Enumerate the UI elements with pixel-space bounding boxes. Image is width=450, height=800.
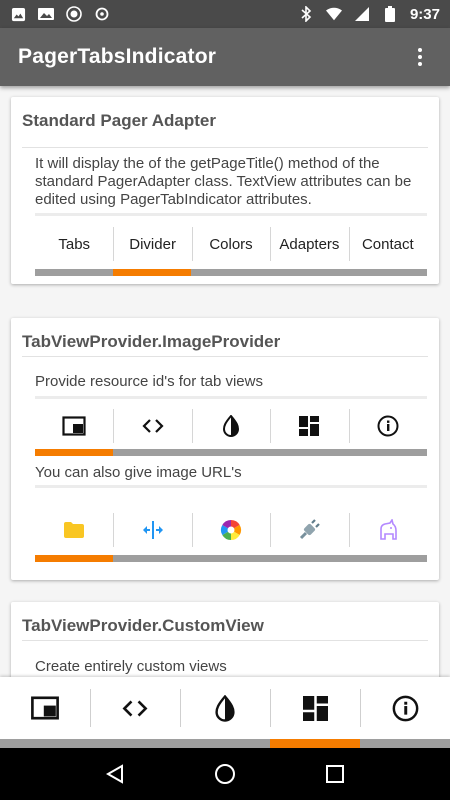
bottom-code-icon[interactable] bbox=[90, 677, 180, 739]
icon-indicator bbox=[35, 449, 113, 456]
app-title: PagerTabsIndicator bbox=[18, 45, 217, 68]
card-description: Create entirely custom views bbox=[35, 658, 227, 675]
tab-tabs[interactable]: Tabs bbox=[35, 227, 113, 261]
unicorn-icon[interactable] bbox=[348, 513, 427, 547]
bottom-indicator-track bbox=[0, 739, 450, 748]
status-time: 9:37 bbox=[409, 5, 440, 23]
image-icon bbox=[10, 6, 26, 22]
bottom-indicator bbox=[270, 739, 360, 748]
content-scroll[interactable]: Standard Pager Adapter It will display t… bbox=[0, 86, 450, 677]
tab-colors[interactable]: Colors bbox=[191, 227, 270, 261]
tab-window-icon[interactable] bbox=[35, 409, 113, 443]
bottom-tab-window-icon[interactable] bbox=[0, 677, 90, 739]
plug-icon[interactable] bbox=[270, 513, 348, 547]
card-divider bbox=[22, 356, 428, 357]
card-divider bbox=[22, 147, 428, 148]
tab-adapters[interactable]: Adapters bbox=[270, 227, 348, 261]
card-standard-pager: Standard Pager Adapter It will display t… bbox=[11, 97, 439, 284]
card-description: It will display the of the getPageTitle(… bbox=[35, 155, 412, 208]
icon-tab-row bbox=[35, 409, 427, 443]
color-wheel-icon[interactable] bbox=[191, 513, 270, 547]
bottom-dashboard-icon[interactable] bbox=[270, 677, 360, 739]
wifi-icon bbox=[325, 6, 342, 22]
card-custom-view: TabViewProvider.CustomView Create entire… bbox=[11, 602, 439, 677]
status-bar: 9:37 bbox=[0, 0, 450, 28]
tabs-top-line bbox=[35, 485, 427, 488]
icon-indicator-track bbox=[35, 449, 427, 456]
back-icon[interactable] bbox=[95, 754, 135, 794]
tab-indicator bbox=[113, 269, 191, 276]
recents-icon[interactable] bbox=[315, 754, 355, 794]
tab-contact[interactable]: Contact bbox=[348, 227, 427, 261]
tabs-top-line bbox=[35, 213, 427, 216]
photo-icon bbox=[38, 6, 54, 22]
overflow-menu-icon[interactable] bbox=[408, 42, 432, 72]
tab-divider[interactable]: Divider bbox=[113, 227, 191, 261]
sync-icon bbox=[94, 6, 110, 22]
card-title: Standard Pager Adapter bbox=[22, 111, 216, 130]
bluetooth-icon bbox=[298, 6, 314, 22]
app-bar: PagerTabsIndicator bbox=[0, 28, 450, 86]
bottom-tab-bar bbox=[0, 677, 450, 739]
code-icon[interactable] bbox=[113, 409, 191, 443]
url-indicator bbox=[35, 555, 113, 562]
battery-icon bbox=[382, 6, 398, 22]
card-divider bbox=[22, 640, 428, 641]
bottom-contrast-icon[interactable] bbox=[180, 677, 270, 739]
info-icon[interactable] bbox=[348, 409, 427, 443]
signal-icon bbox=[354, 6, 370, 22]
card-title: TabViewProvider.CustomView bbox=[22, 616, 264, 635]
url-indicator-track bbox=[35, 555, 427, 562]
resize-icon[interactable] bbox=[113, 513, 191, 547]
dashboard-icon[interactable] bbox=[270, 409, 348, 443]
bottom-info-icon[interactable] bbox=[360, 677, 450, 739]
record-icon bbox=[66, 6, 82, 22]
card-title: TabViewProvider.ImageProvider bbox=[22, 332, 281, 351]
url-icon-row bbox=[35, 513, 427, 547]
card-secondary-description: You can also give image URL's bbox=[35, 464, 242, 481]
navigation-bar bbox=[0, 748, 450, 800]
folder-icon[interactable] bbox=[35, 513, 113, 547]
home-icon[interactable] bbox=[205, 754, 245, 794]
card-description: Provide resource id's for tab views bbox=[35, 373, 263, 390]
contrast-icon[interactable] bbox=[191, 409, 270, 443]
text-tab-row: Tabs Divider Colors Adapters Contact bbox=[35, 227, 427, 261]
tab-indicator-track bbox=[35, 269, 427, 276]
tabs-top-line bbox=[35, 396, 427, 399]
